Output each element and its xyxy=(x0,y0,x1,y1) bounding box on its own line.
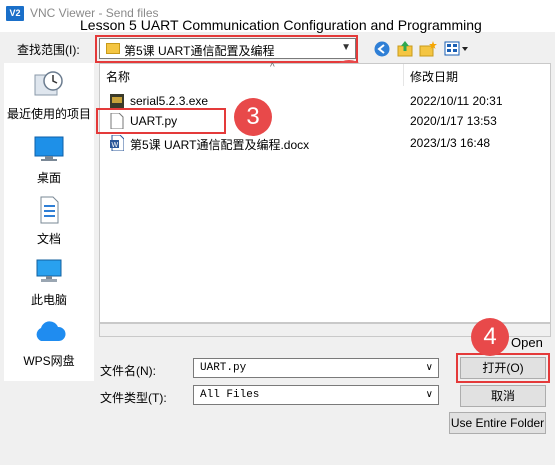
svg-text:W: W xyxy=(112,142,119,149)
file-date: 2022/10/11 20:31 xyxy=(410,94,503,108)
column-header-date[interactable]: 修改日期 xyxy=(410,68,458,85)
file-list[interactable]: 名称 ^ 修改日期 serial5.2.3.exe 2022/10/11 20:… xyxy=(99,62,551,323)
chevron-down-icon: ∨ xyxy=(425,389,433,400)
highlight-box-look-in xyxy=(95,35,358,63)
exe-icon xyxy=(110,94,124,108)
file-name: 第5课 UART通信配置及编程.docx xyxy=(130,138,310,152)
use-entire-folder-button[interactable]: Use Entire Folder xyxy=(449,412,546,434)
sidebar-item-desktop[interactable]: 桌面 xyxy=(4,135,94,186)
new-folder-button[interactable] xyxy=(419,40,437,58)
file-name-value: UART.py xyxy=(200,362,247,374)
file-type-label: 文件类型(T): xyxy=(100,391,167,405)
file-row[interactable]: W 第5课 UART通信配置及编程.docx 2023/1/3 16:48 xyxy=(102,134,548,152)
vnc-app-icon: V2 xyxy=(6,6,24,21)
chevron-down-icon: ∨ xyxy=(425,362,433,373)
up-folder-button[interactable] xyxy=(396,40,414,58)
view-grid-icon xyxy=(444,41,468,56)
step-badge-4: 4 xyxy=(471,318,509,356)
back-button[interactable] xyxy=(373,40,391,58)
sidebar-item-label: WPS网盘 xyxy=(23,354,75,368)
up-folder-icon xyxy=(397,41,413,57)
documents-icon xyxy=(40,196,59,224)
cloud-icon xyxy=(36,321,66,341)
look-in-label: 查找范围(I): xyxy=(17,43,80,57)
view-menu-button[interactable] xyxy=(444,40,470,58)
file-name: serial5.2.3.exe xyxy=(130,94,209,108)
sidebar-item-wps-cloud[interactable]: WPS网盘 xyxy=(4,318,94,369)
sidebar-item-this-pc[interactable]: 此电脑 xyxy=(4,257,94,308)
highlight-box-file xyxy=(96,108,226,134)
column-header-name[interactable]: 名称 xyxy=(106,68,130,85)
file-name-label: 文件名(N): xyxy=(100,364,156,378)
cancel-button[interactable]: 取消 xyxy=(460,385,546,407)
word-doc-icon: W xyxy=(110,135,124,151)
file-date: 2023/1/3 16:48 xyxy=(410,136,491,150)
file-date: 2020/1/17 13:53 xyxy=(410,114,497,128)
step-badge-3: 3 xyxy=(234,98,272,136)
sidebar-item-label: 桌面 xyxy=(36,171,61,185)
back-arrow-icon xyxy=(374,41,390,57)
file-type-select[interactable]: All Files ∨ xyxy=(193,385,439,405)
sidebar-item-label: 此电脑 xyxy=(30,293,67,307)
desktop-icon xyxy=(34,136,64,161)
sidebar-item-label: 最近使用的项目 xyxy=(6,107,91,121)
recent-items-icon xyxy=(34,71,63,96)
new-folder-icon xyxy=(419,41,437,57)
file-type-value: All Files xyxy=(200,389,260,401)
open-caption: Open xyxy=(511,335,543,350)
sidebar-item-documents[interactable]: 文档 xyxy=(4,196,94,247)
this-pc-icon xyxy=(36,259,62,282)
sidebar-item-recent[interactable]: 最近使用的项目 xyxy=(4,69,94,122)
column-divider xyxy=(403,64,404,86)
lesson-title-overlay: Lesson 5 UART Communication Configuratio… xyxy=(80,17,482,33)
places-sidebar: 最近使用的项目 桌面 文档 此电脑 WPS网盘 xyxy=(4,63,94,381)
sort-caret-icon: ^ xyxy=(270,62,275,73)
sidebar-item-label: 文档 xyxy=(36,232,61,246)
highlight-box-open xyxy=(456,353,550,383)
file-name-input[interactable]: UART.py ∨ xyxy=(193,358,439,378)
